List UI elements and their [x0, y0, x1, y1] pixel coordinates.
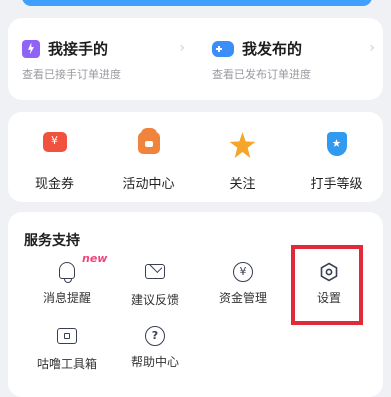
gamepad-icon: [212, 40, 234, 57]
bolt-icon: [22, 39, 40, 58]
quick-label: 关注: [229, 177, 256, 192]
service-message-reminder[interactable]: new 消息提醒: [22, 252, 112, 322]
my-taken-subtitle: 查看已接手订单进度: [22, 68, 121, 81]
section-title: 服务支持: [24, 233, 80, 249]
envelope-icon: [145, 264, 165, 279]
shield-star-icon: [326, 132, 347, 156]
quick-cash-coupon[interactable]: 现金券: [8, 112, 101, 202]
quick-actions-card: 现金券 活动中心 关注 打手等级: [8, 112, 383, 202]
gift-icon: [137, 128, 160, 154]
my-published-subtitle: 查看已发布订单进度: [212, 68, 311, 81]
quick-follow[interactable]: 关注: [196, 112, 289, 202]
my-taken-orders[interactable]: 我接手的 查看已接手订单进度 ›: [8, 18, 195, 100]
service-feedback[interactable]: 建议反馈: [110, 264, 200, 324]
yen-icon: ¥: [233, 262, 253, 282]
quick-activity-center[interactable]: 活动中心: [102, 112, 195, 202]
quick-player-level[interactable]: 打手等级: [290, 112, 383, 202]
top-banner-edge: [22, 0, 372, 6]
service-label: 咕噜工具箱: [36, 357, 97, 371]
service-label: 资金管理: [218, 291, 267, 305]
service-label: 消息提醒: [42, 291, 91, 305]
star-icon: [229, 132, 256, 158]
cash-coupon-icon: [42, 132, 67, 152]
service-label: 帮助中心: [130, 355, 179, 369]
my-taken-title: 我接手的: [22, 38, 108, 59]
my-taken-label: 我接手的: [48, 40, 109, 58]
toolbox-icon: [57, 328, 77, 344]
service-help-center[interactable]: ? 帮助中心: [110, 326, 200, 386]
my-published-label: 我发布的: [242, 40, 303, 58]
quick-label: 活动中心: [122, 177, 175, 192]
orders-card: 我接手的 查看已接手订单进度 › 我发布的 查看已发布订单进度 ›: [8, 18, 383, 100]
my-published-orders[interactable]: 我发布的 查看已发布订单进度 ›: [198, 18, 385, 100]
help-icon: ?: [145, 326, 165, 346]
new-badge: new: [82, 252, 108, 265]
quick-label: 打手等级: [310, 177, 363, 192]
chevron-right-icon: ›: [179, 40, 185, 56]
settings-highlight-box: [291, 245, 363, 325]
service-fund-management[interactable]: ¥ 资金管理: [198, 262, 288, 322]
bell-icon: [59, 262, 75, 283]
quick-label: 现金券: [34, 177, 74, 192]
service-toolbox[interactable]: 咕噜工具箱: [22, 328, 112, 388]
chevron-right-icon: ›: [369, 40, 375, 56]
service-label: 建议反馈: [130, 293, 179, 307]
my-published-title: 我发布的: [212, 38, 302, 59]
